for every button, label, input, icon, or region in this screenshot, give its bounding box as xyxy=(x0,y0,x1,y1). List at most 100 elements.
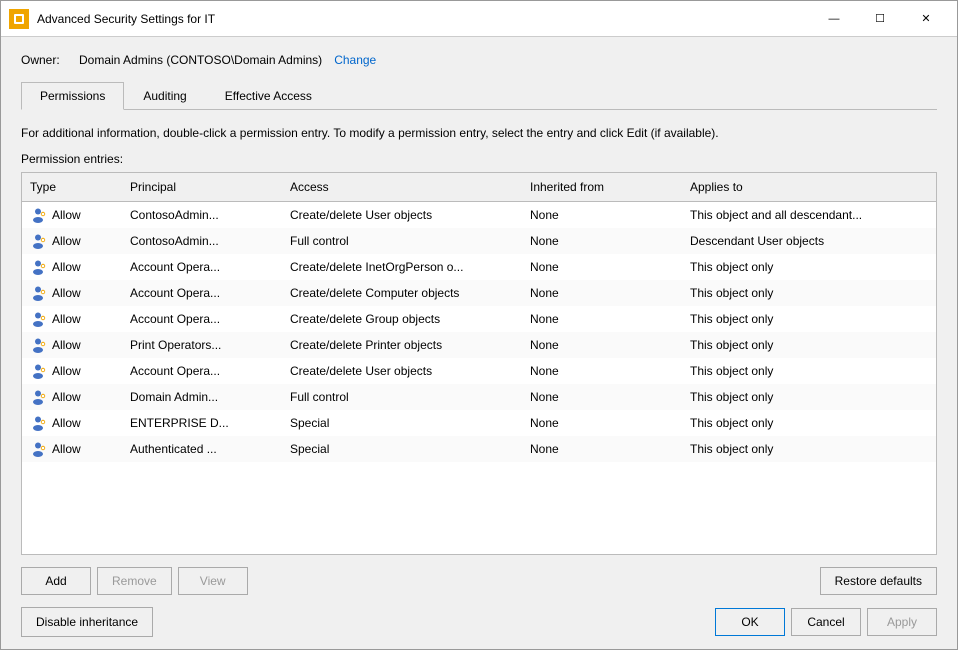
window-icon xyxy=(9,9,29,29)
cell-applies: This object only xyxy=(682,361,936,381)
cell-inherited: None xyxy=(522,361,682,381)
cell-type: Allow xyxy=(22,359,122,383)
user-icon xyxy=(30,440,48,458)
user-icon xyxy=(30,336,48,354)
owner-change-link[interactable]: Change xyxy=(334,53,376,67)
table-row[interactable]: Allow Account Opera... Create/delete Gro… xyxy=(22,306,936,332)
cell-type: Allow xyxy=(22,333,122,357)
cell-access: Create/delete Printer objects xyxy=(282,335,522,355)
window-title: Advanced Security Settings for IT xyxy=(37,12,811,26)
cell-applies: This object only xyxy=(682,283,936,303)
cell-principal: Account Opera... xyxy=(122,361,282,381)
cell-applies: This object only xyxy=(682,335,936,355)
cell-principal: Print Operators... xyxy=(122,335,282,355)
tab-auditing[interactable]: Auditing xyxy=(124,82,205,110)
cell-principal: Account Opera... xyxy=(122,309,282,329)
table-row[interactable]: Allow Domain Admin... Full control None … xyxy=(22,384,936,410)
table-row[interactable]: Allow Account Opera... Create/delete Com… xyxy=(22,280,936,306)
cell-type: Allow xyxy=(22,203,122,227)
cancel-button[interactable]: Cancel xyxy=(791,608,861,636)
cell-applies: This object only xyxy=(682,257,936,277)
cell-principal: Domain Admin... xyxy=(122,387,282,407)
cell-principal: ENTERPRISE D... xyxy=(122,413,282,433)
owner-value: Domain Admins (CONTOSO\Domain Admins) xyxy=(79,53,322,67)
window-content: Owner: Domain Admins (CONTOSO\Domain Adm… xyxy=(1,37,957,649)
cell-principal: Account Opera... xyxy=(122,283,282,303)
col-header-access: Access xyxy=(282,177,522,197)
close-button[interactable]: ✕ xyxy=(903,4,949,34)
table-row[interactable]: Allow Authenticated ... Special None Thi… xyxy=(22,436,936,462)
description-text: For additional information, double-click… xyxy=(21,124,937,142)
cell-principal: ContosoAdmin... xyxy=(122,205,282,225)
table-header: Type Principal Access Inherited from App… xyxy=(22,173,936,202)
cell-inherited: None xyxy=(522,283,682,303)
table-action-buttons: Add Remove View Restore defaults xyxy=(21,563,937,595)
tab-effective-access[interactable]: Effective Access xyxy=(206,82,331,110)
cell-type: Allow xyxy=(22,281,122,305)
cell-type: Allow xyxy=(22,307,122,331)
cell-access: Create/delete Group objects xyxy=(282,309,522,329)
cell-type: Allow xyxy=(22,411,122,435)
cell-inherited: None xyxy=(522,257,682,277)
cell-access: Full control xyxy=(282,231,522,251)
cell-principal: ContosoAdmin... xyxy=(122,231,282,251)
cell-applies: This object only xyxy=(682,413,936,433)
remove-button[interactable]: Remove xyxy=(97,567,172,595)
col-header-inherited: Inherited from xyxy=(522,177,682,197)
title-bar: Advanced Security Settings for IT — ☐ ✕ xyxy=(1,1,957,37)
window-controls: — ☐ ✕ xyxy=(811,4,949,34)
table-row[interactable]: Allow Print Operators... Create/delete P… xyxy=(22,332,936,358)
user-icon xyxy=(30,232,48,250)
user-icon xyxy=(30,388,48,406)
cell-inherited: None xyxy=(522,387,682,407)
permission-table: Type Principal Access Inherited from App… xyxy=(21,172,937,555)
footer-row: Disable inheritance OK Cancel Apply xyxy=(21,603,937,637)
cell-inherited: None xyxy=(522,439,682,459)
cell-principal: Authenticated ... xyxy=(122,439,282,459)
cell-inherited: None xyxy=(522,309,682,329)
maximize-button[interactable]: ☐ xyxy=(857,4,903,34)
ok-button[interactable]: OK xyxy=(715,608,785,636)
col-header-principal: Principal xyxy=(122,177,282,197)
user-icon xyxy=(30,310,48,328)
cell-applies: This object only xyxy=(682,309,936,329)
cell-applies: This object only xyxy=(682,387,936,407)
cell-access: Create/delete Computer objects xyxy=(282,283,522,303)
table-row[interactable]: Allow ContosoAdmin... Create/delete User… xyxy=(22,202,936,228)
cell-inherited: None xyxy=(522,205,682,225)
table-row[interactable]: Allow Account Opera... Create/delete Ine… xyxy=(22,254,936,280)
col-header-applies: Applies to xyxy=(682,177,936,197)
permission-entries-label: Permission entries: xyxy=(21,152,937,166)
user-icon xyxy=(30,414,48,432)
owner-label: Owner: xyxy=(21,53,71,67)
table-body[interactable]: Allow ContosoAdmin... Create/delete User… xyxy=(22,202,936,554)
minimize-button[interactable]: — xyxy=(811,4,857,34)
user-icon xyxy=(30,284,48,302)
cell-principal: Account Opera... xyxy=(122,257,282,277)
table-row[interactable]: Allow ContosoAdmin... Full control None … xyxy=(22,228,936,254)
cell-inherited: None xyxy=(522,413,682,433)
table-row[interactable]: Allow Account Opera... Create/delete Use… xyxy=(22,358,936,384)
disable-inheritance-button[interactable]: Disable inheritance xyxy=(21,607,153,637)
cell-type: Allow xyxy=(22,229,122,253)
user-icon xyxy=(30,362,48,380)
table-row[interactable]: Allow ENTERPRISE D... Special None This … xyxy=(22,410,936,436)
cell-inherited: None xyxy=(522,335,682,355)
owner-row: Owner: Domain Admins (CONTOSO\Domain Adm… xyxy=(21,53,937,67)
cell-type: Allow xyxy=(22,385,122,409)
tabs-container: Permissions Auditing Effective Access xyxy=(21,81,937,110)
main-window: Advanced Security Settings for IT — ☐ ✕ … xyxy=(0,0,958,650)
user-icon xyxy=(30,206,48,224)
view-button[interactable]: View xyxy=(178,567,248,595)
cell-type: Allow xyxy=(22,437,122,461)
cell-applies: This object and all descendant... xyxy=(682,205,936,225)
add-button[interactable]: Add xyxy=(21,567,91,595)
footer-actions: OK Cancel Apply xyxy=(715,608,937,636)
tab-permissions[interactable]: Permissions xyxy=(21,82,124,110)
cell-access: Create/delete User objects xyxy=(282,205,522,225)
cell-type: Allow xyxy=(22,255,122,279)
restore-defaults-button[interactable]: Restore defaults xyxy=(820,567,937,595)
apply-button[interactable]: Apply xyxy=(867,608,937,636)
cell-access: Special xyxy=(282,413,522,433)
cell-applies: This object only xyxy=(682,439,936,459)
